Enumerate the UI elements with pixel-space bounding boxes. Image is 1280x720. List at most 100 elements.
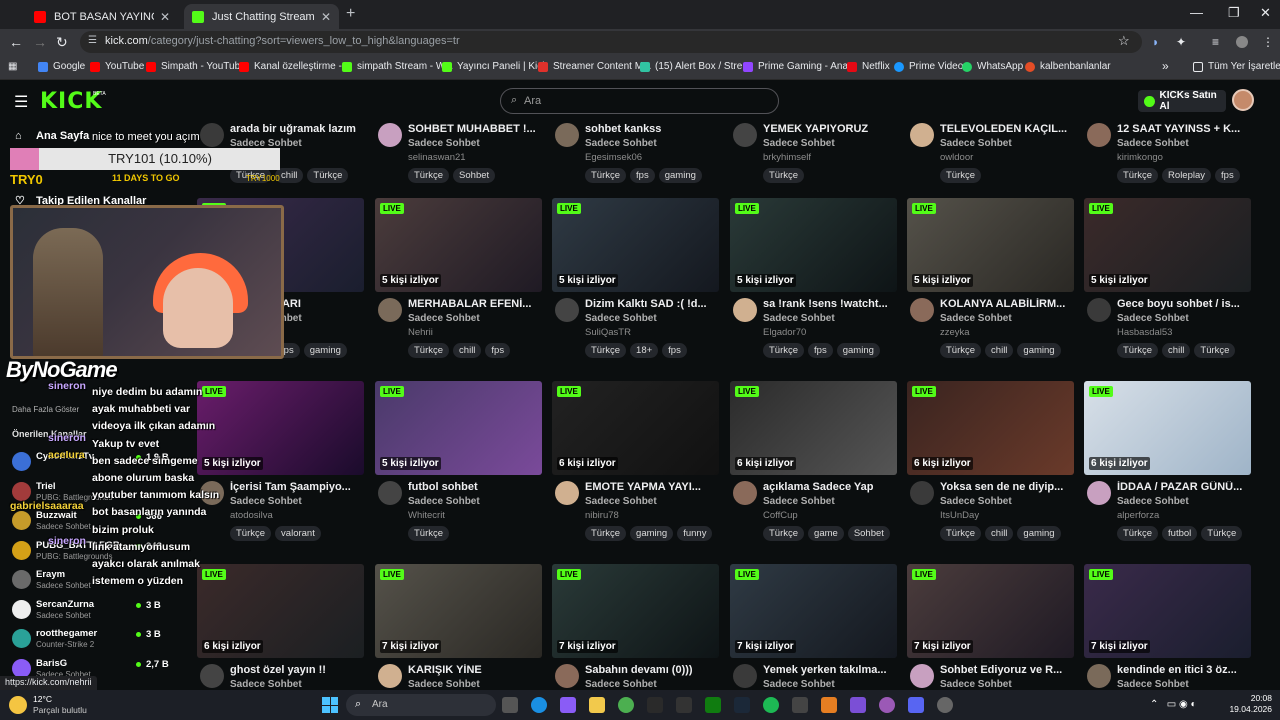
stream-thumbnail[interactable]: LIVE 5 kişi izliyor (552, 198, 719, 292)
back-icon[interactable]: ← (9, 34, 23, 50)
tag-chip[interactable]: chill (985, 343, 1014, 358)
tag-chip[interactable]: Türkçe (940, 343, 982, 358)
stream-title[interactable]: İDDAA / PAZAR GÜNÜ... (1117, 481, 1253, 493)
stream-card[interactable]: LIVE 5 kişi izliyor Dizim Kalktı SAD :( !d… (552, 198, 719, 372)
search-input[interactable]: ⌕ Ara (500, 88, 779, 114)
stream-card[interactable]: LIVE 5 kişi izliyor Gece boyu sohbet / is.… (1084, 198, 1251, 372)
app-icon[interactable] (850, 697, 866, 713)
url-text[interactable]: kick.com/category/just-chatting?sort=vie… (105, 35, 460, 47)
stream-thumbnail[interactable]: LIVE 7 kişi izliyor (1084, 564, 1251, 658)
tag-chip[interactable]: Sohbet (453, 168, 496, 183)
stream-card[interactable]: LIVE 7 kişi izliyor Yemek yerken takılma..… (730, 564, 897, 690)
xbox-icon[interactable] (705, 697, 721, 713)
stream-thumbnail[interactable]: LIVE 5 kişi izliyor (197, 381, 364, 475)
bookmark-google[interactable]: Google (38, 61, 85, 72)
windows-start-icon[interactable] (322, 697, 338, 713)
bookmark-whatsapp[interactable]: WhatsApp (962, 61, 1023, 72)
stream-category[interactable]: Sadece Sohbet (408, 313, 480, 324)
stream-card[interactable]: LIVE 7 kişi izliyor Sabahın devamı (0))) Sa… (552, 564, 719, 690)
stream-thumbnail[interactable]: LIVE 7 kişi izliyor (552, 564, 719, 658)
stream-thumbnail[interactable]: LIVE 5 kişi izliyor (907, 198, 1074, 292)
stream-title[interactable]: İçerisi Tam Şaampiyo... (230, 481, 366, 493)
tag-chip[interactable]: chill (453, 343, 482, 358)
streamer-name[interactable]: CoffCup (763, 510, 798, 521)
stream-thumbnail[interactable]: LIVE 7 kişi izliyor (907, 564, 1074, 658)
stream-title[interactable]: sohbet kankss (585, 123, 721, 135)
obs-icon[interactable] (937, 697, 953, 713)
translate-icon[interactable]: ◗ (1152, 35, 1159, 49)
bookmark-star-icon[interactable]: ☆ (1118, 33, 1130, 49)
stream-card[interactable]: LIVE 6 kişi izliyor Yoksa sen de ne diyip.… (907, 381, 1074, 555)
stream-card[interactable]: LIVE 6 kişi izliyor EMOTE YAPMA YAYI... Sad… (552, 381, 719, 555)
show-more-link[interactable]: Daha Fazla Göster (12, 405, 79, 414)
stream-title[interactable]: Yoksa sen de ne diyip... (940, 481, 1076, 493)
bookmark-prime-video[interactable]: Prime Video (894, 61, 963, 72)
stream-title[interactable]: KOLANYA ALABİLİRM... (940, 298, 1076, 310)
bookmark-streamer-content[interactable]: Streamer Content M... (538, 61, 651, 72)
stream-category[interactable]: Sadece Sohbet (940, 679, 1012, 690)
stream-thumbnail[interactable]: LIVE 5 kişi izliyor (375, 198, 542, 292)
streamer-name[interactable]: zzeyka (940, 327, 970, 338)
channel-avatar[interactable] (555, 123, 579, 147)
buy-kicks-button[interactable]: KICKs Satın Al (1138, 90, 1226, 112)
stream-title[interactable]: Gece boyu sohbet / is... (1117, 298, 1253, 310)
tag-chip[interactable]: Türkçe (763, 526, 805, 541)
address-bar[interactable]: ☰ kick.com/category/just-chatting?sort=v… (80, 31, 1142, 53)
stream-card[interactable]: LIVE 7 kişi izliyor kendinde en itici 3 öz… (1084, 564, 1251, 690)
bookmark-alert-box[interactable]: (15) Alert Box / Stre... (640, 61, 751, 72)
stream-thumbnail[interactable]: LIVE 5 kişi izliyor (1084, 198, 1251, 292)
streamer-name[interactable]: nibiru78 (585, 510, 619, 521)
channel-avatar[interactable] (1087, 298, 1111, 322)
bookmark-prime-gaming[interactable]: Prime Gaming - Ana... (743, 61, 856, 72)
stream-title[interactable]: TELEVOLEDEN KAÇIL... (940, 123, 1076, 135)
tag-chip[interactable]: chill (1162, 343, 1191, 358)
hamburger-menu-icon[interactable]: ☰ (14, 92, 28, 112)
stream-title[interactable]: SOHBET MUHABBET !... (408, 123, 544, 135)
stream-thumbnail[interactable]: LIVE 6 kişi izliyor (730, 381, 897, 475)
minimize-icon[interactable]: — (1190, 5, 1203, 20)
channel-avatar[interactable] (378, 664, 402, 688)
edge-icon[interactable] (531, 697, 547, 713)
stream-thumbnail[interactable]: LIVE 5 kişi izliyor (375, 381, 542, 475)
stream-category[interactable]: Sadece Sohbet (408, 138, 480, 149)
stream-title[interactable]: Yemek yerken takılma... (763, 664, 899, 676)
taskbar-search[interactable]: ⌕ Ara (346, 694, 496, 716)
close-window-icon[interactable]: ✕ (1260, 5, 1271, 21)
stream-title[interactable]: 12 SAAT YAYINSS + K... (1117, 123, 1253, 135)
channel-avatar[interactable] (378, 481, 402, 505)
system-tray[interactable]: ⌃ ▭ ◉ ◐ (1150, 699, 1196, 710)
stream-category[interactable]: Sadece Sohbet (1117, 138, 1189, 149)
capcut-icon[interactable] (792, 697, 808, 713)
stream-title[interactable]: açıklama Sadece Yap (763, 481, 899, 493)
extensions-icon[interactable]: ✦ (1176, 35, 1186, 49)
all-bookmarks[interactable]: Tüm Yer İşaretleri (1193, 61, 1280, 72)
streamer-name[interactable]: Egesimsek06 (585, 152, 642, 163)
maximize-icon[interactable]: ❐ (1228, 5, 1240, 21)
stream-title[interactable]: YEMEK YAPIYORUZ (763, 123, 899, 135)
tab-just-chatting[interactable]: Just Chatting Streaming - Live S ✕ (184, 4, 339, 29)
stream-thumbnail[interactable]: LIVE 6 kişi izliyor (552, 381, 719, 475)
epic-games-icon[interactable] (647, 697, 663, 713)
channel-avatar[interactable] (910, 664, 934, 688)
streamer-name[interactable]: atodosilva (230, 510, 273, 521)
channel-avatar[interactable] (555, 298, 579, 322)
stream-category[interactable]: Sadece Sohbet (1117, 679, 1189, 690)
stream-category[interactable]: Sadece Sohbet (585, 679, 657, 690)
media-icon[interactable]: ≡ (1212, 35, 1219, 49)
stream-title[interactable]: Sohbet Ediyoruz ve R... (940, 664, 1076, 676)
channel-avatar[interactable] (733, 298, 757, 322)
stream-category[interactable]: Sadece Sohbet (1117, 496, 1189, 507)
bookmark-youtube[interactable]: YouTube (90, 61, 144, 72)
stream-category[interactable]: Sadece Sohbet (940, 496, 1012, 507)
bookmark-kalbenbanlanlar[interactable]: kalbenbanlanlar (1025, 61, 1111, 72)
streamer-name[interactable]: selinaswan21 (408, 152, 466, 163)
stream-category[interactable]: Sadece Sohbet (230, 679, 302, 690)
channel-avatar[interactable] (200, 123, 224, 147)
user-avatar[interactable] (1232, 89, 1254, 111)
stream-category[interactable]: Sadece Sohbet (763, 313, 835, 324)
tag-chip[interactable]: Türkçe (1201, 526, 1243, 541)
tag-chip[interactable]: valorant (275, 526, 321, 541)
tag-chip[interactable]: 18+ (630, 343, 659, 358)
tag-chip[interactable]: gaming (630, 526, 674, 541)
tag-chip[interactable]: Türkçe (585, 526, 627, 541)
